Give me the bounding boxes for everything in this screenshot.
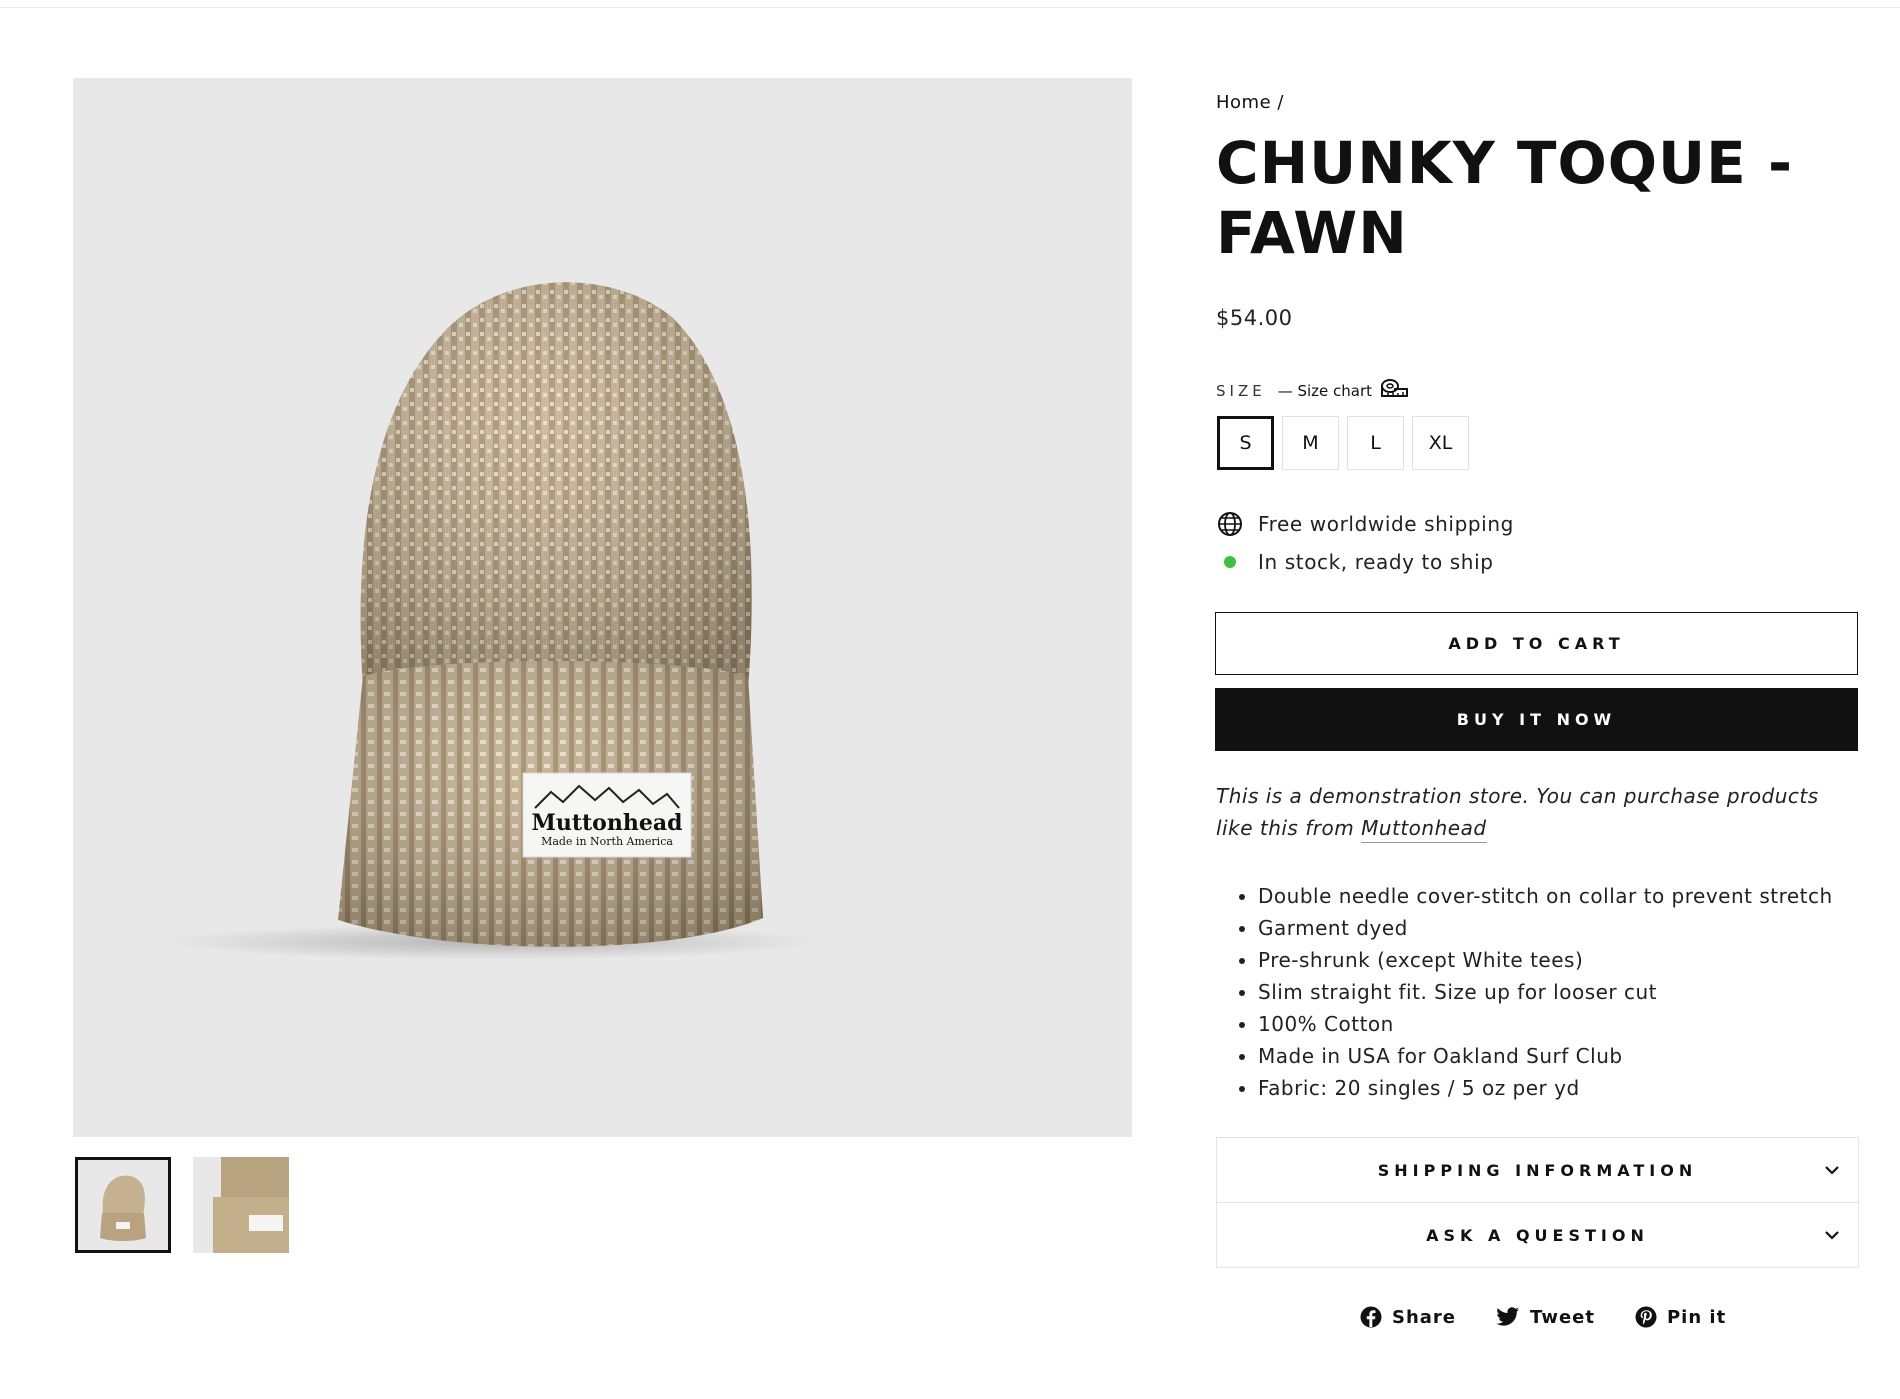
feature-item: Fabric: 20 singles / 5 oz per yd bbox=[1258, 1072, 1858, 1104]
svg-text:Made in North America: Made in North America bbox=[541, 835, 673, 848]
size-option-s[interactable]: S bbox=[1217, 416, 1274, 470]
svg-text:Muttonhead: Muttonhead bbox=[532, 810, 683, 836]
pinterest-icon bbox=[1635, 1306, 1657, 1328]
chevron-down-icon bbox=[1825, 1231, 1839, 1240]
breadcrumb: Home / bbox=[1216, 92, 1284, 113]
buy-it-now-button[interactable]: BUY IT NOW bbox=[1215, 688, 1858, 751]
shipping-information-accordion[interactable]: SHIPPING INFORMATION bbox=[1217, 1138, 1858, 1202]
size-option-xl[interactable]: XL bbox=[1412, 416, 1469, 470]
social-share: Share Tweet Pin it bbox=[1360, 1306, 1726, 1328]
pinterest-share-button[interactable]: Pin it bbox=[1635, 1306, 1726, 1328]
accordion-label: SHIPPING INFORMATION bbox=[1377, 1160, 1698, 1180]
thumbnail-1[interactable] bbox=[75, 1157, 171, 1253]
size-option-l[interactable]: L bbox=[1347, 416, 1404, 470]
feature-item: Slim straight fit. Size up for looser cu… bbox=[1258, 976, 1858, 1008]
feature-item: Made in USA for Oakland Surf Club bbox=[1258, 1040, 1858, 1072]
ruler-icon[interactable] bbox=[1380, 378, 1409, 404]
size-label: SIZE bbox=[1216, 382, 1266, 400]
accordion-label: ASK A QUESTION bbox=[1426, 1225, 1649, 1245]
twitter-icon bbox=[1496, 1307, 1520, 1326]
feature-list: Double needle cover-stitch on collar to … bbox=[1216, 880, 1858, 1104]
product-title: CHUNKY TOQUE - FAWN bbox=[1216, 129, 1794, 267]
feature-item: 100% Cotton bbox=[1258, 1008, 1858, 1040]
shipping-text: Free worldwide shipping bbox=[1258, 512, 1514, 536]
stock-text: In stock, ready to ship bbox=[1258, 550, 1494, 574]
size-options: S M L XL bbox=[1217, 416, 1469, 470]
in-stock-dot-icon bbox=[1224, 556, 1236, 568]
main-product-image[interactable]: Muttonhead Made in North America bbox=[73, 78, 1132, 1137]
product-price: $54.00 bbox=[1216, 306, 1293, 330]
muttonhead-link[interactable]: Muttonhead bbox=[1361, 816, 1487, 843]
ask-a-question-accordion[interactable]: ASK A QUESTION bbox=[1217, 1202, 1858, 1267]
twitter-share-button[interactable]: Tweet bbox=[1496, 1306, 1595, 1328]
thumbnail-2[interactable] bbox=[193, 1157, 289, 1253]
feature-item: Double needle cover-stitch on collar to … bbox=[1258, 880, 1858, 912]
size-header: SIZE — Size chart bbox=[1216, 378, 1409, 404]
share-label: Share bbox=[1392, 1306, 1457, 1328]
demo-store-note: This is a demonstration store. You can p… bbox=[1216, 780, 1858, 844]
chevron-down-icon bbox=[1825, 1166, 1839, 1175]
breadcrumb-separator: / bbox=[1277, 92, 1284, 113]
globe-icon bbox=[1216, 510, 1244, 538]
size-chart-link[interactable]: — Size chart bbox=[1278, 382, 1372, 400]
facebook-share-button[interactable]: Share bbox=[1360, 1306, 1456, 1328]
header-divider bbox=[0, 7, 1900, 8]
size-option-m[interactable]: M bbox=[1282, 416, 1339, 470]
feature-item: Pre-shrunk (except White tees) bbox=[1258, 944, 1858, 976]
tweet-label: Tweet bbox=[1530, 1306, 1595, 1328]
facebook-icon bbox=[1360, 1306, 1382, 1328]
info-accordion: SHIPPING INFORMATION ASK A QUESTION bbox=[1216, 1137, 1859, 1268]
stock-status: In stock, ready to ship bbox=[1216, 548, 1494, 576]
pin-it-label: Pin it bbox=[1666, 1306, 1727, 1328]
breadcrumb-home-link[interactable]: Home bbox=[1216, 92, 1271, 113]
demo-note-text: This is a demonstration store. You can p… bbox=[1216, 784, 1819, 840]
feature-item: Garment dyed bbox=[1258, 912, 1858, 944]
add-to-cart-button[interactable]: ADD TO CART bbox=[1215, 612, 1858, 675]
shipping-info: Free worldwide shipping bbox=[1216, 510, 1514, 538]
